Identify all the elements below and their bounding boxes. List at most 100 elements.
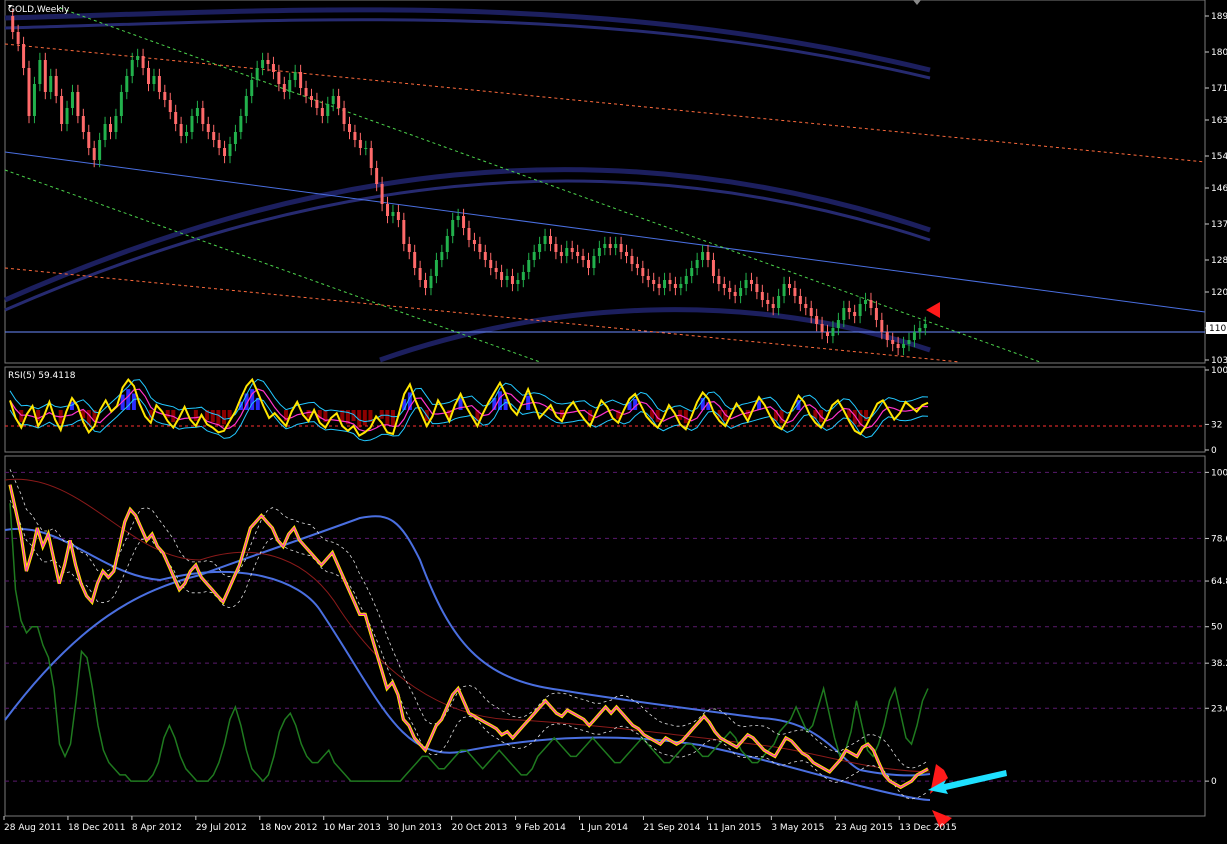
candle-body <box>402 220 406 244</box>
chart-title: GOLD,Weekly <box>8 5 70 15</box>
rsi-hist-bar <box>193 410 198 421</box>
candle-body <box>749 280 753 284</box>
candle-body <box>271 64 275 72</box>
candle-body <box>809 308 813 316</box>
stoch-tick-label: 38.2 <box>1211 659 1227 669</box>
candle-body <box>364 148 368 149</box>
candle-body <box>337 96 341 108</box>
candle-body <box>451 220 455 236</box>
background <box>0 0 1227 844</box>
price-tick-label: 120 <box>1211 288 1227 298</box>
candle-body <box>570 248 574 252</box>
candle-body <box>690 268 694 276</box>
candle-body <box>424 280 428 288</box>
candle-body <box>320 108 324 116</box>
rsi-hist-bar <box>227 410 232 418</box>
candle-body <box>456 216 460 220</box>
candle-body <box>787 284 791 288</box>
candle-body <box>386 204 390 216</box>
candle-body <box>233 132 237 144</box>
candle-body <box>190 116 194 132</box>
candle-body <box>103 124 107 140</box>
rsi-tick-label: 100 <box>1211 366 1227 376</box>
candle-body <box>559 252 563 256</box>
candle-body <box>98 140 102 160</box>
candle-body <box>701 252 705 260</box>
price-tick-label: 137 <box>1211 220 1227 230</box>
candle-body <box>820 324 824 332</box>
candle-body <box>815 316 819 324</box>
rsi-hist-bar <box>210 410 215 423</box>
candle-body <box>722 284 726 288</box>
candle-body <box>864 300 868 304</box>
candle-body <box>500 272 504 280</box>
candle-body <box>673 284 677 288</box>
candle-body <box>858 304 862 316</box>
candle-body <box>614 244 618 248</box>
candle-body <box>16 32 20 44</box>
candle-body <box>766 300 770 304</box>
candle-body <box>907 340 911 344</box>
candle-body <box>462 216 466 228</box>
candle-body <box>826 332 830 336</box>
candle-body <box>429 276 433 288</box>
candle-body <box>76 92 80 116</box>
candle-body <box>771 304 775 308</box>
time-tick-label: 23 Aug 2015 <box>835 823 893 833</box>
candle-body <box>619 244 623 252</box>
candle-body <box>836 320 840 328</box>
stoch-tick-label: 64.8 <box>1211 577 1227 587</box>
candle-body <box>293 72 297 80</box>
rsi-title: RSI(5) 59.4118 <box>8 371 76 381</box>
candle-body <box>157 76 161 92</box>
candle-body <box>918 328 922 332</box>
candle-body <box>212 132 216 140</box>
rsi-tick-label: 32 <box>1211 420 1222 430</box>
candle-body <box>668 280 672 284</box>
candle-body <box>663 280 667 288</box>
candle-body <box>32 84 36 116</box>
candle-body <box>717 276 721 284</box>
rsi-hist-bar <box>362 410 367 426</box>
candle-body <box>711 260 715 276</box>
candle-body <box>652 280 656 284</box>
candle-body <box>108 124 112 132</box>
candle-body <box>418 268 422 280</box>
time-tick-label: 29 Jul 2012 <box>196 823 247 833</box>
candle-body <box>777 296 781 308</box>
candle-body <box>641 268 645 276</box>
candle-body <box>201 108 205 124</box>
candle-body <box>532 252 536 260</box>
candle-body <box>266 60 270 64</box>
price-tick-label: 180 <box>1211 48 1227 58</box>
candle-body <box>70 92 74 108</box>
candle-body <box>141 56 145 68</box>
rsi-hist-bar <box>216 410 221 426</box>
price-tick-label: 171 <box>1211 84 1227 94</box>
candle-body <box>760 292 764 300</box>
rsi-hist-bar <box>379 410 384 419</box>
candle-body <box>874 308 878 320</box>
candle-body <box>434 260 438 276</box>
candle-body <box>119 92 123 116</box>
price-tick-label: 146 <box>1211 184 1227 194</box>
price-tick-label: 163 <box>1211 116 1227 126</box>
candle-body <box>391 212 395 216</box>
candle-body <box>679 284 683 288</box>
candle-body <box>396 212 400 220</box>
candle-body <box>630 256 634 264</box>
candle-body <box>891 340 895 344</box>
candle-body <box>250 80 254 96</box>
candle-body <box>472 240 476 244</box>
price-tick-label: 189 <box>1211 12 1227 22</box>
candle-body <box>603 244 607 248</box>
candle-body <box>576 252 580 256</box>
rsi-hist-bar <box>385 410 390 426</box>
candle-body <box>136 56 140 60</box>
rsi-hist-bar <box>864 410 869 421</box>
candle-body <box>782 284 786 296</box>
stoch-tick-label: 23.6 <box>1211 704 1227 714</box>
stoch-tick-label: 50 <box>1211 623 1223 633</box>
stoch-tick-label: 0 <box>1211 777 1217 787</box>
price-tick-label: 154 <box>1211 152 1227 162</box>
